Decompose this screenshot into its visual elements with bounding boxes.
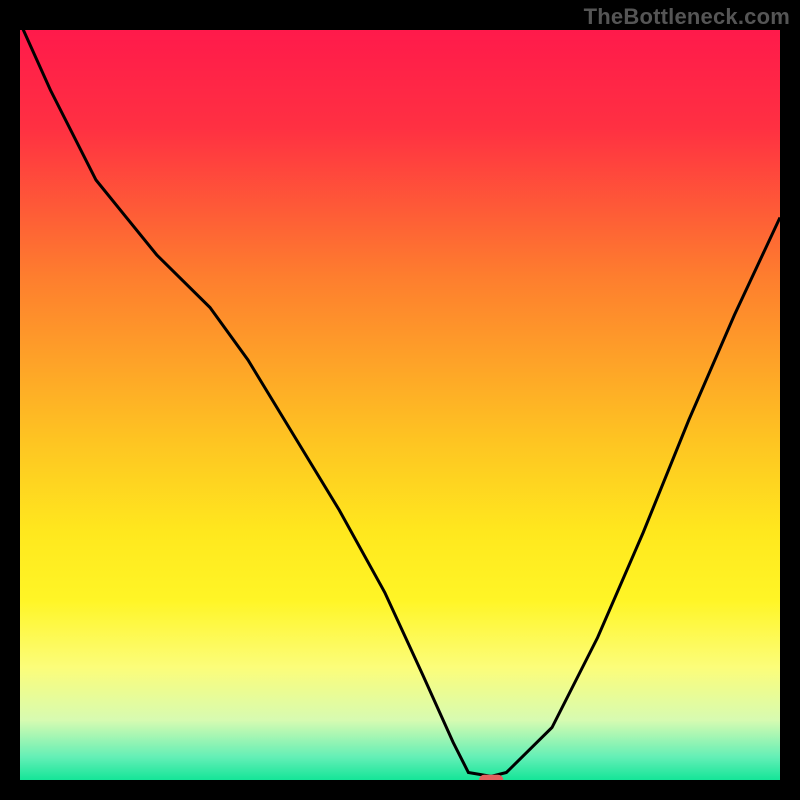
plot-area bbox=[20, 30, 780, 780]
watermark-label: TheBottleneck.com bbox=[584, 4, 790, 30]
chart-frame: TheBottleneck.com bbox=[0, 0, 800, 800]
optimum-marker bbox=[479, 775, 503, 780]
gradient-background bbox=[20, 30, 780, 780]
chart-svg bbox=[20, 30, 780, 780]
